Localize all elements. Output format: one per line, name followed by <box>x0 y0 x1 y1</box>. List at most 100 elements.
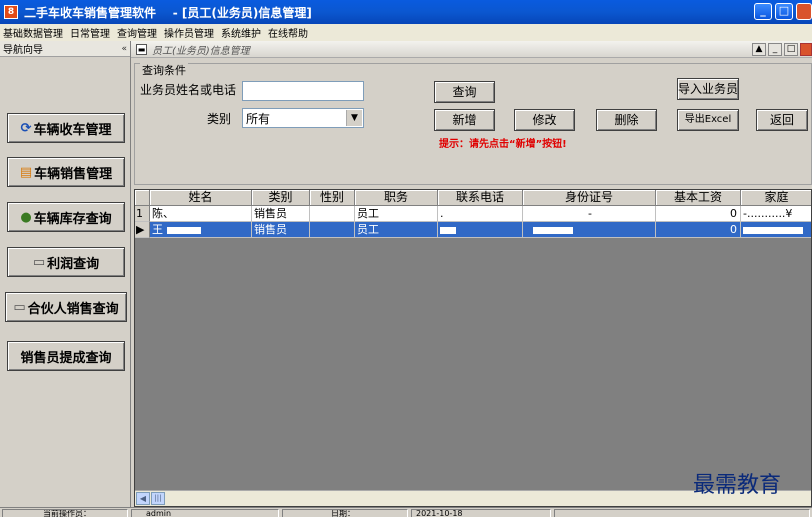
navigation-panel: 导航向导 « ⟳ 车辆收车管理 ▤ 车辆销售管理 ● 车辆库存查询 ▭ 利润查询… <box>0 41 131 507</box>
window-titlebar: 8 二手车收车销售管理软件 - [员工(业务员)信息管理] _ □ <box>0 0 812 24</box>
table-row[interactable]: 1 陈、 销售员 员工 . - 0 -...........¥ <box>135 206 811 222</box>
restore-icon[interactable]: ▲ <box>752 43 766 56</box>
export-excel-button[interactable]: 导出Excel <box>677 109 739 131</box>
back-button[interactable]: 返回 <box>756 109 808 131</box>
cell-category[interactable]: 销售员 <box>252 222 310 238</box>
nav-item-label: 利润查询 <box>47 256 100 272</box>
menu-basic-data[interactable]: 基础数据管理 <box>0 25 67 40</box>
add-button[interactable]: 新增 <box>434 109 495 131</box>
scroll-thumb[interactable]: ||| <box>151 492 165 505</box>
column-header-phone[interactable]: 联系电话 <box>438 190 523 206</box>
employee-table[interactable]: 姓名 类别 性别 职务 联系电话 身份证号 基本工资 家庭 1 陈、 销售员 员… <box>134 189 812 507</box>
menu-query[interactable]: 查询管理 <box>114 25 161 40</box>
cell-phone[interactable] <box>438 222 523 238</box>
menu-daily[interactable]: 日常管理 <box>67 25 114 40</box>
query-group-title: 查询条件 <box>140 62 188 78</box>
minimize-button[interactable]: _ <box>754 3 772 20</box>
nav-inventory-button[interactable]: ● 车辆库存查询 <box>7 202 125 232</box>
redacted-mark <box>440 226 456 234</box>
subwindow-titlebar: ▬ 员工(业务员)信息管理 ▲ _ □ <box>131 41 812 58</box>
table-header: 姓名 类别 性别 职务 联系电话 身份证号 基本工资 家庭 <box>135 190 811 206</box>
employee-window: ▬ 员工(业务员)信息管理 ▲ _ □ 查询条件 业务员姓名或电话 查询 导入业… <box>131 41 812 507</box>
window-title: 二手车收车销售管理软件 - [员工(业务员)信息管理] <box>24 5 312 20</box>
column-header-family[interactable]: 家庭 <box>741 190 811 206</box>
column-header-category[interactable]: 类别 <box>252 190 310 206</box>
refresh-icon: ⟳ <box>20 120 32 136</box>
name-phone-input[interactable] <box>242 81 364 101</box>
category-select[interactable]: 所有 ▼ <box>242 108 364 128</box>
cell-salary[interactable]: 0 <box>656 206 741 222</box>
window-menu-icon[interactable]: ▬ <box>136 43 147 55</box>
cell-id-number[interactable] <box>523 222 656 238</box>
column-header-salary[interactable]: 基本工资 <box>656 190 741 206</box>
calculator-icon: ▭ <box>32 254 46 270</box>
menu-operator[interactable]: 操作员管理 <box>161 25 218 40</box>
nav-item-label: 销售员提成查询 <box>20 350 112 366</box>
nav-profit-button[interactable]: ▭ 利润查询 <box>7 247 125 277</box>
date-value: 2021-10-18 <box>411 509 551 517</box>
subwindow-title: 员工(业务员)信息管理 <box>152 45 250 57</box>
delete-button[interactable]: 删除 <box>596 109 657 131</box>
query-group: 查询条件 业务员姓名或电话 查询 导入业务员 类别 所有 ▼ 新增 修改 删除 … <box>134 62 812 185</box>
tag-icon: ▤ <box>19 164 33 180</box>
edit-button[interactable]: 修改 <box>514 109 575 131</box>
status-spare-panel <box>554 509 810 517</box>
row-indicator: 1 <box>135 206 150 222</box>
column-header-position[interactable]: 职务 <box>355 190 438 206</box>
nav-partner-sales-button[interactable]: ▭ 合伙人销售查询 <box>5 292 127 322</box>
indicator-column-header <box>135 190 150 206</box>
nav-vehicle-sales-button[interactable]: ▤ 车辆销售管理 <box>7 157 125 187</box>
nav-commission-button[interactable]: 销售员提成查询 <box>7 341 125 371</box>
app-icon: 8 <box>4 5 18 19</box>
cell-salary[interactable]: 0 <box>656 222 741 238</box>
name-phone-label: 业务员姓名或电话 <box>140 83 237 97</box>
menu-maintenance[interactable]: 系统维护 <box>218 25 265 40</box>
maximize-button[interactable]: □ <box>775 3 793 20</box>
report-icon: ▭ <box>13 299 26 315</box>
scroll-left-icon[interactable]: ◀ <box>136 492 150 505</box>
cell-category[interactable]: 销售员 <box>252 206 310 222</box>
cell-gender[interactable] <box>310 222 355 238</box>
date-label: 日期： <box>282 509 408 517</box>
cell-gender[interactable] <box>310 206 355 222</box>
cell-phone[interactable]: . <box>438 206 523 222</box>
category-value: 所有 <box>246 112 271 126</box>
nav-item-label: 合伙人销售查询 <box>27 301 119 317</box>
menu-help[interactable]: 在线帮助 <box>265 25 312 40</box>
row-indicator: ▶ <box>135 222 150 238</box>
nav-vehicle-purchase-button[interactable]: ⟳ 车辆收车管理 <box>7 113 125 143</box>
collapse-icon[interactable]: « <box>121 44 127 54</box>
status-bar: 当前操作员： admin 日期： 2021-10-18 <box>0 507 812 517</box>
subwindow-minimize-button[interactable]: _ <box>768 43 782 56</box>
cell-name[interactable]: 陈、 <box>150 206 252 222</box>
chevron-down-icon[interactable]: ▼ <box>346 110 362 126</box>
cell-position[interactable]: 员工 <box>355 206 438 222</box>
redacted-mark <box>743 226 803 234</box>
column-header-gender[interactable]: 性别 <box>310 190 355 206</box>
close-button[interactable] <box>796 3 812 20</box>
money-bag-icon: ● <box>20 209 32 225</box>
cell-family[interactable] <box>741 222 811 238</box>
cell-name-text: 王 <box>152 223 163 236</box>
column-header-id-number[interactable]: 身份证号 <box>523 190 656 206</box>
subwindow-close-button[interactable] <box>800 43 812 56</box>
nav-item-label: 车辆收车管理 <box>33 122 112 138</box>
table-row-selected[interactable]: ▶ 王 销售员 员工 0 <box>135 222 811 238</box>
nav-item-label: 车辆销售管理 <box>34 166 113 182</box>
import-button[interactable]: 导入业务员 <box>677 78 739 100</box>
category-label: 类别 <box>207 112 232 126</box>
query-button[interactable]: 查询 <box>434 81 495 103</box>
operator-label: 当前操作员： <box>2 509 128 517</box>
nav-header: 导航向导 « <box>0 41 130 57</box>
column-header-name[interactable]: 姓名 <box>150 190 252 206</box>
hint-text: 提示：请先点击“新增”按钮! <box>439 139 567 150</box>
cell-family[interactable]: -...........¥ <box>741 206 811 222</box>
redacted-mark <box>166 226 201 234</box>
nav-item-label: 车辆库存查询 <box>33 211 112 227</box>
subwindow-maximize-button[interactable]: □ <box>784 43 798 56</box>
operator-value: admin <box>131 509 279 517</box>
cell-name[interactable]: 王 <box>150 222 252 238</box>
cell-id-number[interactable]: - <box>523 206 656 222</box>
cell-position[interactable]: 员工 <box>355 222 438 238</box>
redacted-mark <box>533 226 573 234</box>
